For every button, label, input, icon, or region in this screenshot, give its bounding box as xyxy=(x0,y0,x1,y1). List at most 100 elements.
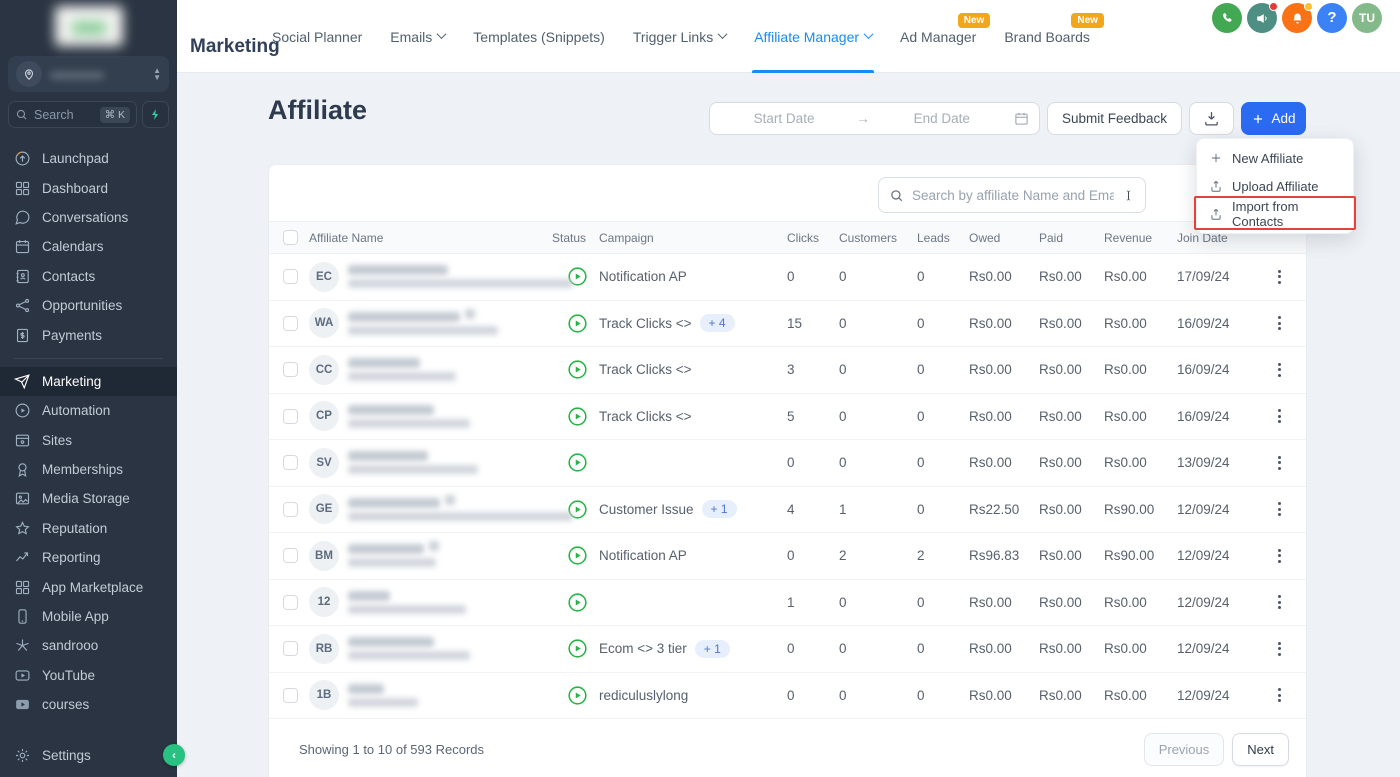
download-button[interactable] xyxy=(1189,102,1234,135)
status-active-icon[interactable] xyxy=(552,638,599,659)
campaign-more-badge[interactable]: + 4 xyxy=(700,314,735,332)
sidebar-item-memberships[interactable]: Memberships xyxy=(0,455,177,484)
sidebar-collapse-button[interactable]: ‹ xyxy=(163,744,185,766)
account-switcher[interactable]: ▲▼ xyxy=(8,56,169,92)
status-active-icon[interactable] xyxy=(552,406,599,427)
sidebar-search-input[interactable]: Search ⌘ K xyxy=(8,101,137,128)
add-button[interactable]: Add xyxy=(1241,102,1306,135)
sidebar-item-app-marketplace[interactable]: App Marketplace xyxy=(0,572,177,601)
revenue-value: Rs0.00 xyxy=(1104,641,1177,656)
bell-button[interactable] xyxy=(1282,3,1312,33)
affiliate-search-input[interactable] xyxy=(912,188,1114,203)
sidebar-item-reporting[interactable]: Reporting xyxy=(0,543,177,572)
clicks-value: 1 xyxy=(787,595,839,610)
sidebar-item-courses[interactable]: courses xyxy=(0,690,177,719)
tab-ad-manager[interactable]: Ad ManagerNew xyxy=(900,0,976,73)
tab-social-planner[interactable]: Social Planner xyxy=(272,0,362,73)
row-checkbox[interactable] xyxy=(283,362,298,377)
select-all-checkbox[interactable] xyxy=(283,230,298,245)
sidebar-item-dashboard[interactable]: Dashboard xyxy=(0,173,177,202)
clicks-value: 5 xyxy=(787,409,839,424)
row-actions-button[interactable] xyxy=(1264,500,1306,519)
text-cursor-icon xyxy=(1122,189,1135,202)
row-actions-button[interactable] xyxy=(1264,546,1306,565)
row-checkbox[interactable] xyxy=(283,641,298,656)
row-actions-button[interactable] xyxy=(1264,267,1306,286)
campaign-more-badge[interactable]: + 1 xyxy=(702,500,737,518)
tab-brand-boards[interactable]: Brand BoardsNew xyxy=(1004,0,1090,73)
end-date-field[interactable]: End Date xyxy=(878,111,1006,126)
row-checkbox[interactable] xyxy=(283,316,298,331)
menu-item-new-affiliate[interactable]: New Affiliate xyxy=(1197,144,1353,172)
previous-page-button[interactable]: Previous xyxy=(1144,733,1225,766)
tab-label: Brand Boards xyxy=(1004,29,1090,45)
status-active-icon[interactable] xyxy=(552,685,599,706)
help-button[interactable]: ? xyxy=(1317,3,1347,33)
status-active-icon[interactable] xyxy=(552,359,599,380)
campaign-label: Track Clicks <> xyxy=(599,409,692,424)
row-checkbox[interactable] xyxy=(283,269,298,284)
search-icon xyxy=(889,188,904,203)
campaign-cell: Customer Issue+ 1 xyxy=(599,500,787,518)
status-active-icon[interactable] xyxy=(552,545,599,566)
tab-emails[interactable]: Emails xyxy=(390,0,445,73)
sidebar-item-youtube[interactable]: YouTube xyxy=(0,661,177,690)
menu-item-import-from-contacts[interactable]: Import from Contacts xyxy=(1197,200,1353,228)
name-blur-bar xyxy=(348,451,428,461)
settings-label: Settings xyxy=(42,748,91,763)
tab-affiliate-manager[interactable]: Affiliate Manager xyxy=(754,0,872,73)
customers-value: 0 xyxy=(839,316,917,331)
sidebar-item-calendars[interactable]: Calendars xyxy=(0,232,177,261)
megaphone-button[interactable] xyxy=(1247,3,1277,33)
sidebar-item-launchpad[interactable]: Launchpad xyxy=(0,144,177,173)
tab-templates-snippets[interactable]: Templates (Snippets) xyxy=(473,0,605,73)
sidebar-item-media-storage[interactable]: Media Storage xyxy=(0,484,177,513)
add-button-label: Add xyxy=(1271,111,1295,126)
revenue-value: Rs0.00 xyxy=(1104,316,1177,331)
row-actions-button[interactable] xyxy=(1264,593,1306,612)
sidebar-item-marketing[interactable]: Marketing xyxy=(0,367,177,396)
sidebar-item-sites[interactable]: Sites xyxy=(0,426,177,455)
menu-item-upload-affiliate[interactable]: Upload Affiliate xyxy=(1197,172,1353,200)
sidebar-item-payments[interactable]: Payments xyxy=(0,320,177,349)
row-checkbox[interactable] xyxy=(283,455,298,470)
name-blur-bar xyxy=(348,637,434,647)
avatar[interactable]: TU xyxy=(1352,3,1382,33)
row-actions-button[interactable] xyxy=(1264,407,1306,426)
sidebar-item-conversations[interactable]: Conversations xyxy=(0,203,177,232)
quick-actions-button[interactable] xyxy=(142,101,169,128)
tab-trigger-links[interactable]: Trigger Links xyxy=(633,0,726,73)
status-active-icon[interactable] xyxy=(552,313,599,334)
row-actions-button[interactable] xyxy=(1264,360,1306,379)
next-page-button[interactable]: Next xyxy=(1232,733,1289,766)
row-checkbox[interactable] xyxy=(283,688,298,703)
row-actions-button[interactable] xyxy=(1264,686,1306,705)
join-date-value: 12/09/24 xyxy=(1177,502,1264,517)
row-checkbox[interactable] xyxy=(283,409,298,424)
status-active-icon[interactable] xyxy=(552,452,599,473)
sidebar-item-mobile-app[interactable]: Mobile App xyxy=(0,602,177,631)
sidebar-item-settings[interactable]: Settings ‹ xyxy=(0,733,177,777)
sidebar-item-reputation[interactable]: Reputation xyxy=(0,514,177,543)
leads-value: 2 xyxy=(917,548,969,563)
row-actions-button[interactable] xyxy=(1264,453,1306,472)
sidebar-item-sandrooo[interactable]: sandrooo xyxy=(0,631,177,660)
submit-feedback-button[interactable]: Submit Feedback xyxy=(1047,102,1182,135)
date-range-picker[interactable]: Start Date → End Date xyxy=(709,102,1040,135)
sidebar-item-automation[interactable]: Automation xyxy=(0,396,177,425)
row-actions-button[interactable] xyxy=(1264,314,1306,333)
row-actions-button[interactable] xyxy=(1264,639,1306,658)
sidebar-item-contacts[interactable]: Contacts xyxy=(0,262,177,291)
affiliate-name-cell: SV xyxy=(309,448,552,478)
sidebar-item-opportunities[interactable]: Opportunities xyxy=(0,291,177,320)
campaign-more-badge[interactable]: + 1 xyxy=(695,640,730,658)
row-checkbox[interactable] xyxy=(283,502,298,517)
row-checkbox[interactable] xyxy=(283,595,298,610)
table-row: CPTrack Clicks <>500Rs0.00Rs0.00Rs0.0016… xyxy=(269,394,1306,441)
dashboard-icon xyxy=(14,180,31,197)
row-checkbox[interactable] xyxy=(283,548,298,563)
status-active-icon[interactable] xyxy=(552,592,599,613)
start-date-field[interactable]: Start Date xyxy=(720,111,848,126)
phone-button[interactable] xyxy=(1212,3,1242,33)
owed-value: Rs96.83 xyxy=(969,548,1039,563)
